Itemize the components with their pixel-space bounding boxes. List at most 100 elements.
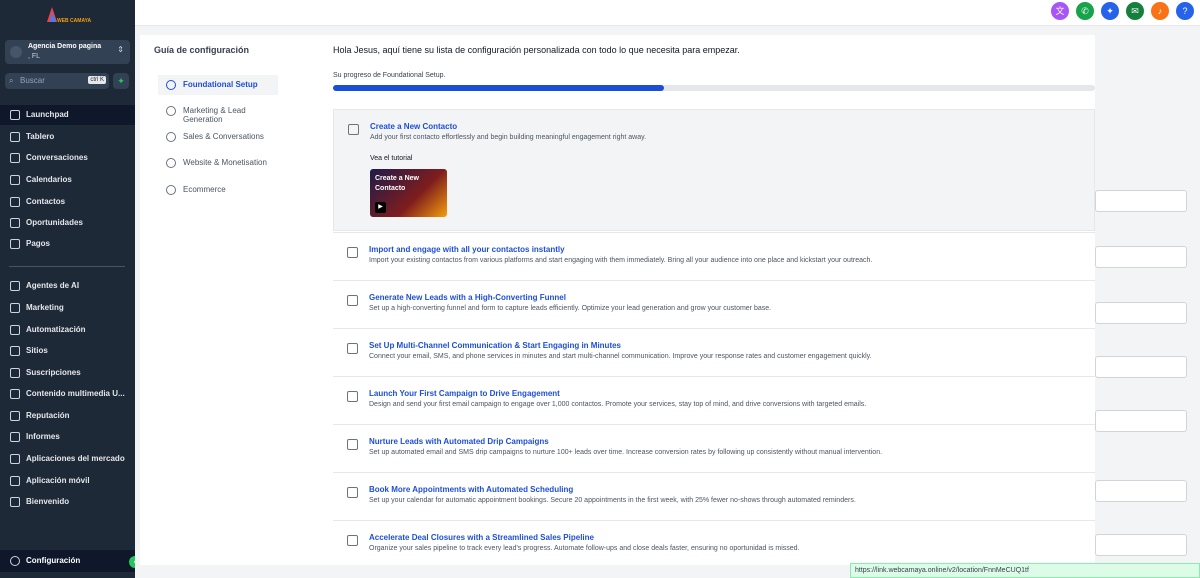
sidebar-item-8[interactable]: Marketing bbox=[0, 298, 135, 318]
sidebar-item-3[interactable]: Calendarios bbox=[0, 170, 135, 190]
task-title[interactable]: Set Up Multi-Channel Communication & Sta… bbox=[369, 341, 621, 350]
sun-icon bbox=[166, 80, 176, 90]
send-icon bbox=[166, 106, 176, 116]
greeting: Hola Jesus, aquí tiene su lista de confi… bbox=[333, 45, 740, 55]
background-field[interactable] bbox=[1095, 246, 1187, 268]
task-description: Connect your email, SMS, and phone servi… bbox=[369, 353, 872, 360]
guide-nav-label: Website & Monetisation bbox=[183, 158, 267, 167]
setup-task[interactable]: Generate New Leads with a High-Convertin… bbox=[333, 280, 1095, 328]
contacts-icon bbox=[10, 197, 20, 207]
sidebar-item-label: Suscripciones bbox=[26, 368, 81, 377]
status-url: https://link.webcamaya.online/v2/locatio… bbox=[850, 563, 1200, 578]
import-contacts-icon bbox=[347, 247, 358, 258]
background-field[interactable] bbox=[1095, 410, 1187, 432]
funnel-icon bbox=[347, 295, 358, 306]
sales-icon bbox=[166, 132, 176, 142]
thumbnail-title: Create a New Contacto bbox=[375, 175, 419, 192]
task-title[interactable]: Create a New Contacto bbox=[370, 122, 457, 131]
setup-task[interactable]: Nurture Leads with Automated Drip Campai… bbox=[333, 424, 1095, 472]
task-description: Add your first contacto effortlessly and… bbox=[370, 134, 647, 141]
task-title[interactable]: Generate New Leads with a High-Convertin… bbox=[369, 293, 566, 302]
background-field[interactable] bbox=[1095, 190, 1187, 212]
search-shortcut: ctrl K bbox=[88, 76, 106, 84]
translate-icon[interactable]: 文 bbox=[1051, 2, 1069, 20]
guide-nav-item-4[interactable]: Ecommerce bbox=[158, 180, 278, 200]
sidebar-item-16[interactable]: Aplicación móvil bbox=[0, 471, 135, 491]
chat-icon bbox=[10, 153, 20, 163]
opportunities-icon bbox=[10, 218, 20, 228]
sidebar-item-10[interactable]: Sitios bbox=[0, 341, 135, 361]
sidebar-item-2[interactable]: Conversaciones bbox=[0, 148, 135, 168]
quick-action-button[interactable]: ✦ bbox=[113, 73, 129, 89]
sidebar-item-label: Sitios bbox=[26, 346, 48, 355]
logo[interactable]: WEB CAMAYA bbox=[45, 6, 95, 28]
setup-task[interactable]: Set Up Multi-Channel Communication & Sta… bbox=[333, 328, 1095, 376]
play-icon[interactable]: ▶ bbox=[375, 202, 386, 213]
tutorial-label: Vea el tutorial bbox=[370, 155, 413, 162]
guide-nav-item-3[interactable]: Website & Monetisation bbox=[158, 153, 278, 173]
task-description: Import your existing contactos from vari… bbox=[369, 257, 873, 264]
sidebar-item-11[interactable]: Suscripciones bbox=[0, 363, 135, 383]
sidebar-item-configuracion[interactable]: Configuración bbox=[0, 550, 135, 572]
background-field[interactable] bbox=[1095, 356, 1187, 378]
setup-task[interactable]: Accelerate Deal Closures with a Streamli… bbox=[333, 520, 1095, 564]
phone-icon[interactable]: ✆ bbox=[1076, 2, 1094, 20]
bell-icon[interactable]: ♪ bbox=[1151, 2, 1169, 20]
guide-nav-label: Sales & Conversations bbox=[183, 132, 264, 141]
topbar: 文 ✆ ✦ ✉ ♪? bbox=[135, 0, 1200, 26]
task-title[interactable]: Book More Appointments with Automated Sc… bbox=[369, 485, 573, 494]
sidebar-item-7[interactable]: Agentes de AI bbox=[0, 276, 135, 296]
dashboard-icon bbox=[10, 132, 20, 142]
background-field[interactable] bbox=[1095, 534, 1187, 556]
sidebar-item-label: Launchpad bbox=[26, 110, 69, 119]
sidebar-item-6[interactable]: Pagos bbox=[0, 234, 135, 254]
magic-icon[interactable]: ✦ bbox=[1101, 2, 1119, 20]
account-switcher[interactable]: Agencia Demo pagina , FL ⇕ bbox=[5, 40, 130, 64]
task-title[interactable]: Import and engage with all your contacto… bbox=[369, 245, 565, 254]
sidebar-item-label: Informes bbox=[26, 432, 60, 441]
megaphone-icon bbox=[347, 439, 358, 450]
sidebar-divider bbox=[9, 266, 125, 267]
task-title[interactable]: Nurture Leads with Automated Drip Campai… bbox=[369, 437, 549, 446]
tutorial-video-thumbnail[interactable]: Create a New Contacto ▶ bbox=[370, 169, 447, 217]
megaphone-icon[interactable]: ✉ bbox=[1126, 2, 1144, 20]
sidebar-item-15[interactable]: Aplicaciones del mercado bbox=[0, 449, 135, 469]
sidebar-item-0[interactable]: Launchpad bbox=[0, 105, 135, 125]
guide-nav-item-0[interactable]: Foundational Setup bbox=[158, 75, 278, 95]
setup-task[interactable]: Launch Your First Campaign to Drive Enga… bbox=[333, 376, 1095, 424]
guide-nav-item-2[interactable]: Sales & Conversations bbox=[158, 127, 278, 147]
task-description: Set up automated email and SMS drip camp… bbox=[369, 449, 883, 456]
sidebar-item-label: Agentes de AI bbox=[26, 281, 80, 290]
sidebar-item-label: Pagos bbox=[26, 239, 51, 248]
sidebar-item-1[interactable]: Tablero bbox=[0, 127, 135, 147]
payments-icon bbox=[10, 239, 20, 249]
sidebar: WEB CAMAYA Agencia Demo pagina , FL ⇕ ⌕ … bbox=[0, 0, 141, 578]
task-title[interactable]: Accelerate Deal Closures with a Streamli… bbox=[369, 533, 594, 542]
sidebar-item-label: Oportunidades bbox=[26, 218, 83, 227]
cart-icon bbox=[166, 185, 176, 195]
setup-task[interactable]: Create a New Contacto Add your first cont… bbox=[333, 109, 1095, 231]
background-field[interactable] bbox=[1095, 480, 1187, 502]
guide-nav-item-1[interactable]: Marketing & Lead Generation bbox=[158, 101, 278, 124]
sidebar-item-label: Aplicación móvil bbox=[26, 476, 90, 485]
help-icon[interactable]: ? bbox=[1176, 2, 1194, 20]
sidebar-item-4[interactable]: Contactos bbox=[0, 192, 135, 212]
task-title[interactable]: Launch Your First Campaign to Drive Enga… bbox=[369, 389, 560, 398]
sidebar-item-14[interactable]: Informes bbox=[0, 427, 135, 447]
sidebar-item-label: Contactos bbox=[26, 197, 66, 206]
search-input[interactable]: ⌕ Buscar ctrl K bbox=[5, 73, 109, 89]
account-name: Agencia Demo pagina bbox=[28, 43, 102, 50]
sidebar-item-9[interactable]: Automatización bbox=[0, 320, 135, 340]
sidebar-item-13[interactable]: Reputación bbox=[0, 406, 135, 426]
sidebar-item-label: Configuración bbox=[26, 556, 81, 565]
logo-text: WEB CAMAYA bbox=[57, 18, 92, 24]
sidebar-item-label: Conversaciones bbox=[26, 153, 88, 162]
sidebar-item-5[interactable]: Oportunidades bbox=[0, 213, 135, 233]
background-field[interactable] bbox=[1095, 302, 1187, 324]
sidebar-item-12[interactable]: Contenido multimedia U... bbox=[0, 384, 135, 404]
search-icon: ⌕ bbox=[9, 76, 14, 85]
sidebar-item-17[interactable]: Bienvenido bbox=[0, 492, 135, 512]
account-location: , FL bbox=[28, 53, 41, 60]
setup-task[interactable]: Import and engage with all your contacto… bbox=[333, 232, 1095, 280]
setup-task[interactable]: Book More Appointments with Automated Sc… bbox=[333, 472, 1095, 520]
